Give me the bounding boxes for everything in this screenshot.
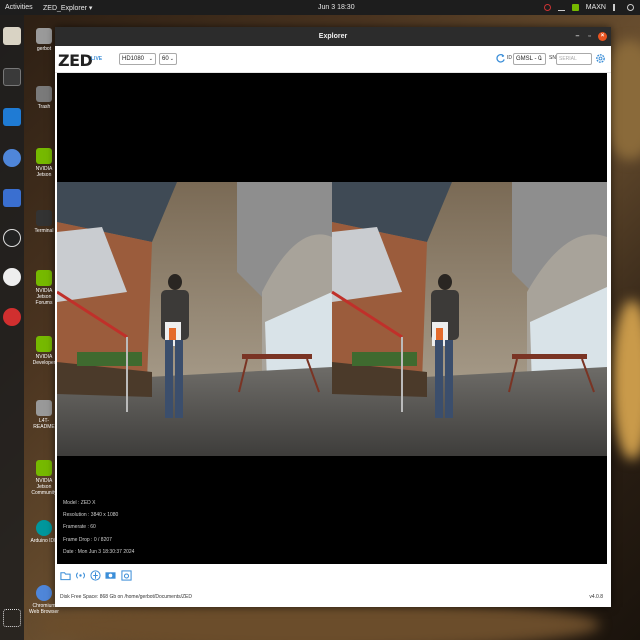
files-icon[interactable] (3, 27, 21, 45)
live-indicator: LIVE (91, 56, 103, 62)
obs-icon[interactable] (3, 229, 21, 247)
info-framerate: Framerate : 60 (63, 524, 96, 531)
software-icon[interactable] (3, 268, 21, 286)
id-label: ID (507, 55, 512, 61)
wallpaper-leaf (612, 300, 640, 460)
refresh-icon[interactable] (495, 53, 506, 64)
volume-icon[interactable] (613, 4, 620, 11)
info-model: Model : ZED X (63, 500, 96, 506)
serial-number-field[interactable]: SERIAL (556, 53, 592, 65)
power-mode[interactable]: MAXN (586, 4, 606, 11)
chevron-down-icon: ⌄ (538, 56, 543, 62)
network-icon[interactable] (557, 4, 565, 11)
nvidia-power-icon[interactable] (571, 4, 579, 11)
left-camera-view (57, 182, 332, 456)
disk-free-space: Disk Free Space: 868 Gb on /home/gerbot/… (60, 594, 193, 600)
info-resolution: Resolution : 3840 x 1080 (63, 512, 119, 519)
version-label: v4.0.8 (589, 594, 603, 600)
snapshot-icon[interactable] (121, 570, 132, 581)
broadcast-icon[interactable] (75, 570, 86, 581)
camera-viewport[interactable]: Model : ZED X Resolution : 3840 x 1080 F… (57, 73, 607, 564)
nvidia-icon[interactable] (543, 4, 551, 11)
terminal-icon[interactable] (3, 68, 21, 86)
close-button[interactable]: × (598, 32, 607, 41)
stereo-video-feed[interactable] (57, 182, 607, 456)
chromium-icon[interactable] (3, 149, 21, 167)
info-date: Date : Mon Jun 3 18:30:37 2024 (63, 548, 135, 555)
record-icon[interactable] (105, 570, 116, 581)
clock[interactable]: Jun 3 18:30 (318, 4, 355, 11)
settings-icon[interactable] (90, 570, 101, 581)
power-icon[interactable] (627, 4, 634, 11)
window-title-bar[interactable]: Explorer – ▫ × (55, 27, 611, 46)
system-tray[interactable]: MAXN (543, 4, 634, 11)
show-apps-icon[interactable] (3, 609, 21, 627)
help-icon[interactable] (3, 308, 21, 326)
minimize-button[interactable]: – (573, 32, 582, 41)
zed-logo: ZED (58, 51, 93, 70)
screenshot-icon[interactable] (3, 189, 21, 207)
maximize-button[interactable]: ▫ (585, 32, 594, 41)
camera-info-overlay: Model : ZED X Resolution : 3840 x 1080 F… (63, 497, 134, 558)
top-panel: Activities ZED_Explorer ▾ Jun 3 18:30 MA… (0, 0, 640, 15)
toolbar: ZED LIVE HD1080 ⌄ 60 ⌄ ID GMSL - 0 ⌄ SN SER… (55, 46, 611, 73)
activities-button[interactable]: Activities (5, 4, 33, 11)
folder-icon[interactable] (60, 570, 71, 581)
info-frame-drop: Frame Drop : 0 / 8207 (63, 536, 112, 543)
fps-select[interactable]: 60 ⌄ (159, 53, 177, 65)
chevron-down-icon: ⌄ (169, 56, 174, 62)
app-menu[interactable]: ZED_Explorer ▾ (43, 4, 92, 12)
right-camera-view (331, 182, 607, 456)
chevron-down-icon: ⌄ (148, 56, 153, 62)
resolution-select[interactable]: HD1080 ⌄ (119, 53, 156, 65)
vscode-icon[interactable] (3, 108, 21, 126)
window-title: Explorer (318, 33, 348, 40)
sn-label: SN (549, 55, 556, 61)
bottom-bar: Disk Free Space: 868 Gb on /home/gerbot/… (55, 564, 611, 607)
explorer-window: Explorer – ▫ × ZED LIVE HD1080 ⌄ 60 ⌄ ID G… (55, 27, 611, 607)
gear-icon[interactable] (595, 53, 606, 64)
dock (0, 15, 24, 640)
camera-id-select[interactable]: GMSL - 0 ⌄ (513, 53, 546, 65)
